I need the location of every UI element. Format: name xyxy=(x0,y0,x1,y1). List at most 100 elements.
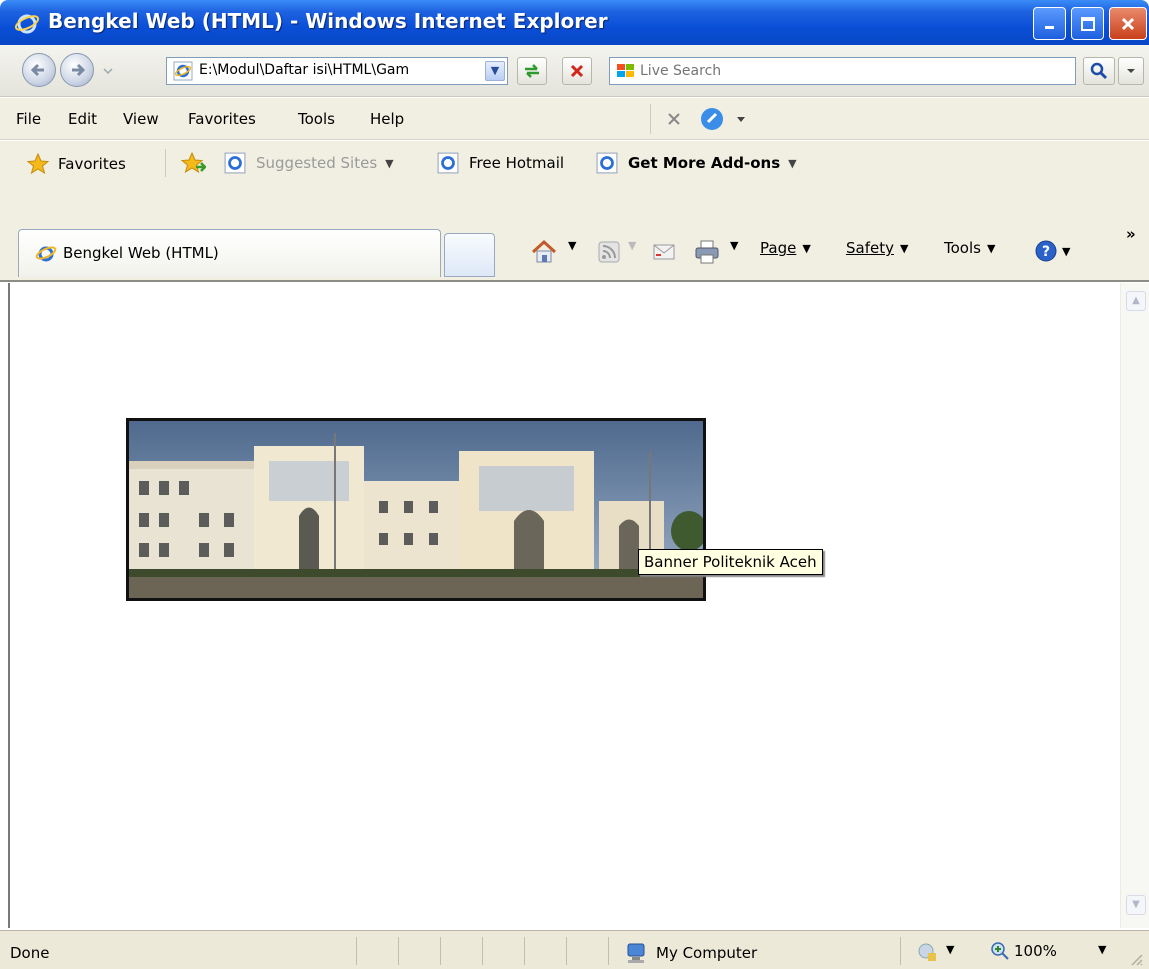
maximize-icon xyxy=(1080,16,1095,31)
title-bar: Bengkel Web (HTML) - Windows Internet Ex… xyxy=(0,0,1149,45)
status-text: Done xyxy=(10,944,50,962)
stop-button[interactable] xyxy=(562,57,592,85)
menu-bar: File Edit View Favorites Tools Help xyxy=(0,98,1149,140)
home-icon[interactable] xyxy=(530,239,558,265)
protected-mode-icon[interactable] xyxy=(916,941,940,963)
menu-tools[interactable]: Tools xyxy=(298,110,335,128)
recent-pages-dropdown-icon[interactable] xyxy=(102,65,114,77)
suggested-sites-link[interactable]: Suggested Sites ▼ xyxy=(224,152,394,174)
internet-explorer-icon xyxy=(14,14,40,34)
my-computer-icon xyxy=(627,943,645,963)
search-button[interactable] xyxy=(1083,57,1115,85)
address-dropdown-button[interactable]: ▼ xyxy=(485,61,505,81)
zoom-icon xyxy=(991,942,1009,960)
safety-menu[interactable]: Safety ▼ xyxy=(846,239,908,257)
search-box[interactable] xyxy=(609,57,1076,85)
search-options-button[interactable] xyxy=(1118,57,1144,85)
refresh-button[interactable] xyxy=(517,57,547,85)
print-icon[interactable] xyxy=(694,239,720,265)
back-arrow-icon xyxy=(30,63,44,77)
free-hotmail-label: Free Hotmail xyxy=(469,154,565,172)
svg-text:?: ? xyxy=(1042,244,1050,260)
status-separator xyxy=(608,937,609,965)
status-separator xyxy=(900,937,901,965)
tab-bengkel-web[interactable]: Bengkel Web (HTML) xyxy=(18,229,441,277)
chevron-down-icon[interactable]: ▼ xyxy=(568,239,576,252)
chevron-down-icon: ▼ xyxy=(788,156,797,170)
tab-label: Bengkel Web (HTML) xyxy=(63,244,219,262)
ie-page-icon xyxy=(596,152,618,174)
back-button[interactable] xyxy=(22,53,56,87)
address-toolbar: E:\Modul\Daftar isi\HTML\Gam ▼ xyxy=(0,45,1149,97)
page-ie-icon xyxy=(173,61,193,81)
help-menu[interactable]: ? ▼ xyxy=(1034,239,1070,263)
security-zone[interactable]: My Computer xyxy=(624,941,757,965)
chevron-down-icon[interactable]: ▼ xyxy=(1098,943,1106,956)
close-toolbar-icon[interactable] xyxy=(666,111,682,127)
zoom-control[interactable]: 100% xyxy=(990,941,1057,961)
suggested-sites-label: Suggested Sites xyxy=(256,154,378,172)
get-addons-link[interactable]: Get More Add-ons ▼ xyxy=(596,152,797,174)
banner-building-illustration xyxy=(129,421,703,598)
read-mail-icon[interactable] xyxy=(652,241,676,263)
page-content xyxy=(8,283,1120,928)
chevron-down-icon: ▼ xyxy=(385,156,394,170)
tools-menu[interactable]: Tools ▼ xyxy=(944,239,995,257)
menu-view[interactable]: View xyxy=(123,110,159,128)
close-button[interactable] xyxy=(1109,7,1147,40)
more-commands-button[interactable]: » xyxy=(1126,225,1136,243)
minimize-button[interactable] xyxy=(1033,7,1066,40)
ie-page-icon xyxy=(224,152,246,174)
status-separator xyxy=(356,937,357,965)
get-addons-label: Get More Add-ons xyxy=(628,154,781,172)
chevron-down-icon: ▼ xyxy=(986,241,996,255)
chevron-down-icon[interactable]: ▼ xyxy=(946,943,954,956)
search-icon xyxy=(1090,62,1108,80)
chevron-down-icon: ▼ xyxy=(802,241,811,255)
chevron-down-icon[interactable]: ▼ xyxy=(628,239,636,252)
menu-separator xyxy=(650,104,651,134)
page-menu-label: Page xyxy=(760,239,797,257)
menu-edit[interactable]: Edit xyxy=(68,110,97,128)
rss-feed-icon[interactable] xyxy=(598,241,620,263)
messenger-icon[interactable] xyxy=(700,106,728,132)
live-search-icon xyxy=(617,64,634,77)
scroll-up-arrow-icon[interactable]: ▲ xyxy=(1126,291,1146,311)
close-icon xyxy=(1121,17,1135,30)
zoom-level: 100% xyxy=(1014,942,1057,960)
page-menu[interactable]: Page ▼ xyxy=(760,239,811,257)
favorites-button[interactable]: Favorites xyxy=(26,152,126,176)
chevron-down-icon[interactable]: ▼ xyxy=(730,239,738,252)
refresh-icon xyxy=(525,64,539,78)
status-separator xyxy=(482,937,483,965)
help-icon: ? xyxy=(1035,240,1057,262)
banner-image xyxy=(126,418,706,601)
menu-file[interactable]: File xyxy=(16,110,41,128)
stop-icon xyxy=(570,64,584,78)
chevron-down-icon: ▼ xyxy=(899,241,909,255)
ie-page-icon xyxy=(437,152,459,174)
add-to-favorites-icon[interactable] xyxy=(180,151,206,175)
search-input[interactable] xyxy=(640,61,1060,81)
free-hotmail-link[interactable]: Free Hotmail xyxy=(437,152,564,174)
chevron-down-icon[interactable] xyxy=(736,116,746,124)
resize-grip-icon[interactable] xyxy=(1128,951,1144,967)
address-bar[interactable]: E:\Modul\Daftar isi\HTML\Gam ▼ xyxy=(166,57,508,85)
image-tooltip: Banner Politeknik Aceh xyxy=(638,549,823,575)
new-tab-button[interactable] xyxy=(444,233,495,277)
tools-menu-label: Tools xyxy=(944,239,981,257)
menu-help[interactable]: Help xyxy=(370,110,404,128)
scroll-down-arrow-icon[interactable]: ▼ xyxy=(1126,895,1146,915)
maximize-button[interactable] xyxy=(1071,7,1104,40)
status-separator xyxy=(524,937,525,965)
zone-label: My Computer xyxy=(656,944,758,962)
forward-arrow-icon xyxy=(72,63,86,77)
status-separator xyxy=(398,937,399,965)
safety-menu-label: Safety xyxy=(846,239,894,257)
minimize-icon xyxy=(1044,25,1054,29)
forward-button[interactable] xyxy=(60,53,94,87)
menu-favorites[interactable]: Favorites xyxy=(188,110,256,128)
chevron-down-icon: ▼ xyxy=(1062,244,1071,258)
status-bar: Done My Computer ▼ 100% ▼ xyxy=(0,930,1149,969)
vertical-scrollbar[interactable]: ▲ ▼ xyxy=(1120,283,1149,928)
